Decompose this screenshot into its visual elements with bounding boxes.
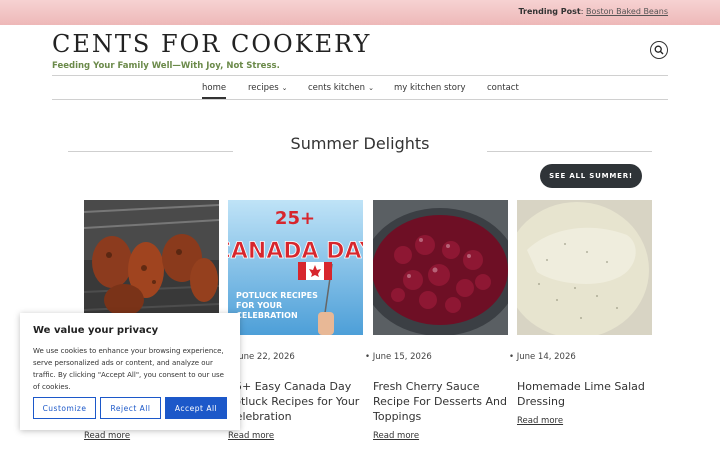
chevron-down-icon: ⌄ [281,84,288,92]
read-more-link[interactable]: Read more [228,431,274,441]
trending-post: Trending Post: Boston Baked Beans [518,7,668,16]
nav-item-label: home [202,83,227,93]
section-divider-right [487,151,652,152]
card-date-text: June 22, 2026 [235,352,295,362]
nav-item-recipes[interactable]: recipes ⌄ [248,83,288,93]
section-divider-left [68,151,233,152]
section-title: Summer Delights [290,134,430,153]
poster-sub3: CELEBRATION [236,311,298,320]
nav-item-label: contact [487,83,519,93]
trending-link[interactable]: Boston Baked Beans [586,7,668,16]
card-date-text: June 15, 2026 [372,352,432,362]
poster-number: 25+ [275,208,315,229]
card-date: • June 14, 2026 [509,352,576,362]
top-bar: Trending Post: Boston Baked Beans [0,0,720,25]
card-date-text: June 14, 2026 [516,352,576,362]
card-image-cherry-sauce[interactable] [373,200,508,335]
card-date: • June 15, 2026 [365,352,432,362]
see-all-summer-button[interactable]: SEE ALL SUMMER! [540,164,642,188]
card-image-canada-day[interactable]: 25+ CANADA DAY POTLUCK RECIPES FOR YOUR … [228,200,363,335]
cookie-title: We value your privacy [33,325,159,336]
site-title[interactable]: CENTS FOR COOKERY [52,30,371,58]
main-nav: home recipes ⌄ cents kitchen ⌄ my kitchen … [52,75,668,100]
nav-item-label: recipes [248,83,279,93]
search-icon [654,45,664,55]
poster-sub2: FOR YOUR [236,301,282,310]
nav-item-my-kitchen-story[interactable]: my kitchen story [394,83,466,93]
card-title-canada-day[interactable]: 25+ Easy Canada Day Potluck Recipes for … [228,379,363,424]
read-more-link[interactable]: Read more [517,416,563,426]
trending-label: Trending Post [518,7,581,16]
nav-item-contact[interactable]: contact [487,83,519,93]
card-title-cherry-sauce[interactable]: Fresh Cherry Sauce Recipe For Desserts A… [373,379,508,424]
nav-item-label: my kitchen story [394,83,466,93]
read-more-link[interactable]: Read more [373,431,419,441]
nav-item-cents-kitchen[interactable]: cents kitchen ⌄ [308,83,374,93]
customize-button[interactable]: Customize [33,397,96,419]
poster-sub1: POTLUCK RECIPES [236,291,318,300]
chevron-down-icon: ⌄ [368,84,374,92]
site-tagline: Feeding Your Family Well—With Joy, Not S… [52,61,280,71]
reject-all-button[interactable]: Reject All [100,397,161,419]
cookie-consent-banner: We value your privacy We use cookies to … [20,313,240,430]
accept-all-button[interactable]: Accept All [165,397,227,419]
card-title-lime-dressing[interactable]: Homemade Lime Salad Dressing [517,379,652,409]
read-more-link[interactable]: Read more [84,431,130,441]
search-button[interactable] [650,41,668,59]
card-image-lime-dressing[interactable] [517,200,652,335]
nav-item-home[interactable]: home [202,83,227,99]
poster-headline: CANADA DAY [228,239,363,264]
nav-item-label: cents kitchen [308,83,366,93]
cookie-body: We use cookies to enhance your browsing … [33,347,224,391]
